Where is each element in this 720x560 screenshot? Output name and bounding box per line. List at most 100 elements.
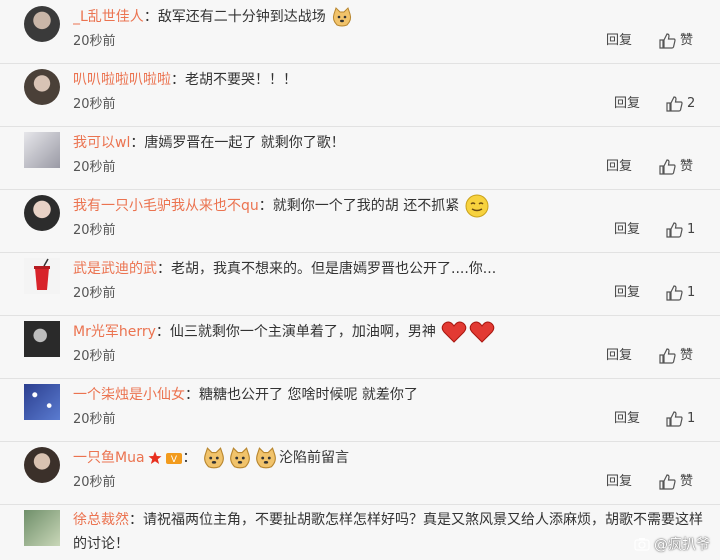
camera-icon (634, 538, 650, 551)
avatar[interactable] (24, 258, 60, 294)
username-link[interactable]: 我可以wl (73, 135, 130, 151)
comment-line: 武是武迪的武：老胡，我真不想来的。但是唐嫣罗晋也公开了....你... (73, 261, 497, 277)
heart-emoji (470, 321, 495, 343)
like-count: 赞 (680, 348, 694, 363)
comment-text: 敌军还有二十分钟到达战场 (157, 9, 326, 25)
doge-emoji (256, 447, 276, 469)
comment-row: Mr光军herry：仙三就剩你一个主演单着了，加油啊，男神 20秒前 回复 赞 (0, 315, 720, 379)
avatar[interactable] (24, 6, 60, 42)
like-button[interactable]: 赞 (659, 471, 693, 493)
comment-line: 我有一只小毛驴我从来也不qu：就剩你一个了我的胡 还不抓紧 (73, 193, 703, 219)
svg-text:V: V (170, 455, 177, 465)
timestamp: 20秒前 (73, 286, 116, 301)
like-button[interactable]: 1 (666, 219, 695, 241)
comment-line: 一个柒烛是小仙女：糖糖也公开了 您啥时候呢 就差你了 (73, 387, 418, 403)
thumb-up-icon (659, 33, 676, 49)
avatar[interactable] (24, 195, 60, 231)
username-link[interactable]: 我有一只小毛驴我从来也不qu (73, 198, 259, 214)
username-link[interactable]: 叭叭啦啦叭啦啦 (73, 72, 171, 88)
like-button[interactable]: 1 (666, 282, 695, 304)
username-link[interactable]: 一个柒烛是小仙女 (73, 387, 185, 403)
comment-text: 糖糖也公开了 您啥时候呢 就差你了 (199, 387, 418, 403)
avatar[interactable] (24, 510, 60, 546)
vip-badge-icon: V (165, 453, 182, 465)
avatar[interactable] (24, 384, 60, 420)
username-link[interactable]: Mr光军herry (73, 324, 156, 340)
comment-text: 唐嫣罗晋在一起了 就剩你了歌！ (144, 135, 345, 151)
thumb-up-icon (666, 285, 683, 301)
timestamp: 20秒前 (73, 223, 116, 238)
comment-line: 徐总裁然：请祝福两位主角，不要扯胡歌怎样怎样好吗？真是又煞风景又给人添麻烦，胡歌… (73, 512, 703, 552)
thumb-up-icon (666, 96, 683, 112)
like-button[interactable]: 赞 (659, 345, 693, 367)
username-link[interactable]: _L乱世佳人 (73, 9, 144, 25)
reply-button[interactable]: 回复 (606, 471, 632, 493)
thumb-up-icon (659, 159, 676, 175)
thumb-up-icon (666, 222, 683, 238)
avatar[interactable] (24, 69, 60, 105)
like-button[interactable]: 赞 (659, 30, 693, 52)
watermark-text: @疯扒爷 (654, 537, 710, 553)
avatar[interactable] (24, 447, 60, 483)
comment-row: 一只鱼Mua V： 沦陷前留言 20秒前 回复 赞 (0, 441, 720, 505)
like-count: 1 (687, 222, 696, 237)
comment-text: 就剩你一个了我的胡 还不抓紧 (272, 198, 460, 214)
comment-text: 老胡，我真不想来的。但是唐嫣罗晋也公开了....你... (171, 261, 497, 277)
username-link[interactable]: 武是武迪的武 (73, 261, 157, 277)
reply-button[interactable]: 回复 (614, 93, 640, 115)
reply-button[interactable]: 回复 (606, 30, 632, 52)
thumb-up-icon (659, 348, 676, 364)
doge-emoji (204, 447, 224, 469)
like-count: 2 (687, 96, 696, 111)
like-count: 赞 (680, 33, 694, 48)
reply-button[interactable]: 回复 (614, 408, 640, 430)
comment-text: 老胡不要哭！！！ (185, 72, 297, 88)
comment-row: 一个柒烛是小仙女：糖糖也公开了 您啥时候呢 就差你了 20秒前 回复 1 (0, 378, 720, 442)
like-count: 赞 (680, 474, 694, 489)
thumb-up-icon (659, 474, 676, 490)
like-button[interactable]: 赞 (659, 156, 693, 178)
like-count: 赞 (680, 159, 694, 174)
comment-text: 沦陷前留言 (278, 450, 349, 466)
reply-button[interactable]: 回复 (606, 156, 632, 178)
comment-line: Mr光军herry：仙三就剩你一个主演单着了，加油啊，男神 (73, 319, 703, 345)
reply-button[interactable]: 回复 (614, 219, 640, 241)
timestamp: 20秒前 (73, 34, 116, 49)
star-badge-icon (148, 451, 162, 464)
comment-text: 仙三就剩你一个主演单着了，加油啊，男神 (169, 324, 436, 340)
timestamp: 20秒前 (73, 412, 116, 427)
smile-emoji (465, 194, 489, 218)
like-count: 1 (687, 411, 696, 426)
doge-emoji (230, 447, 250, 469)
username-link[interactable]: 徐总裁然 (73, 512, 129, 528)
like-count: 1 (687, 285, 696, 300)
comment-list: _L乱世佳人：敌军还有二十分钟到达战场 20秒前 回复 赞 叭叭啦啦叭啦啦：老胡… (0, 0, 720, 560)
comment-row: 我可以wl：唐嫣罗晋在一起了 就剩你了歌！ 20秒前 回复 赞 (0, 126, 720, 190)
comment-line: 一只鱼Mua V： 沦陷前留言 (73, 445, 703, 471)
timestamp: 20秒前 (73, 97, 116, 112)
heart-emoji (442, 321, 467, 343)
username-link[interactable]: 一只鱼Mua (73, 450, 145, 466)
timestamp: 20秒前 (73, 349, 116, 364)
cup-icon (34, 258, 50, 290)
doge-emoji (333, 7, 352, 27)
comment-row: 武是武迪的武：老胡，我真不想来的。但是唐嫣罗晋也公开了....你... 20秒前… (0, 252, 720, 316)
comment-line: 我可以wl：唐嫣罗晋在一起了 就剩你了歌！ (73, 135, 345, 151)
comment-line: _L乱世佳人：敌军还有二十分钟到达战场 (73, 4, 703, 30)
comment-text: 请祝福两位主角，不要扯胡歌怎样怎样好吗？真是又煞风景又给人添麻烦，胡歌不需要这样… (73, 512, 703, 552)
thumb-up-icon (666, 411, 683, 427)
reply-button[interactable]: 回复 (614, 282, 640, 304)
timestamp: 20秒前 (73, 160, 116, 175)
comment-row: 叭叭啦啦叭啦啦：老胡不要哭！！！ 20秒前 回复 2 (0, 63, 720, 127)
comment-line: 叭叭啦啦叭啦啦：老胡不要哭！！！ (73, 72, 297, 88)
comment-row: _L乱世佳人：敌军还有二十分钟到达战场 20秒前 回复 赞 (0, 0, 720, 64)
like-button[interactable]: 2 (666, 93, 695, 115)
watermark: @疯扒爷 (634, 534, 710, 554)
avatar[interactable] (24, 132, 60, 168)
timestamp: 20秒前 (73, 475, 116, 490)
comment-row: 我有一只小毛驴我从来也不qu：就剩你一个了我的胡 还不抓紧 20秒前 回复 1 (0, 189, 720, 253)
reply-button[interactable]: 回复 (606, 345, 632, 367)
like-button[interactable]: 1 (666, 408, 695, 430)
avatar[interactable] (24, 321, 60, 357)
comment-row: 徐总裁然：请祝福两位主角，不要扯胡歌怎样怎样好吗？真是又煞风景又给人添麻烦，胡歌… (0, 504, 720, 560)
